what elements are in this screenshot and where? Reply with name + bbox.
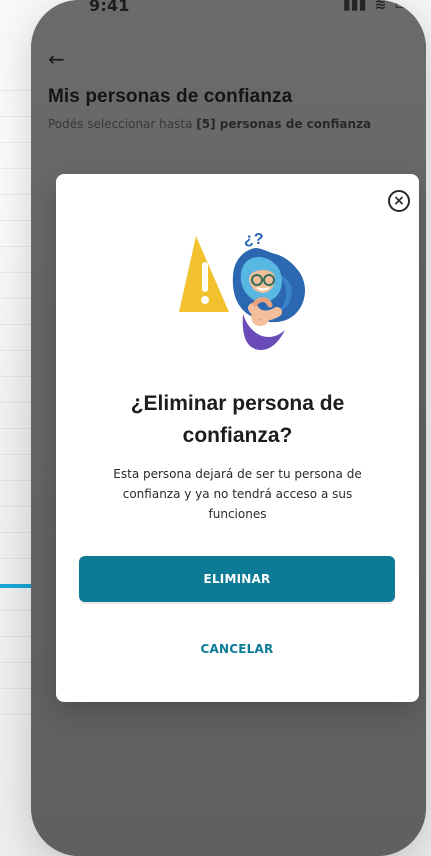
modal-body: Esta persona dejará de ser tu persona de… — [113, 467, 362, 521]
warning-person-illustration: ¿? — [179, 231, 305, 350]
tutorial-stage: 9:41 ▮▮▮ ≋ ▭ ← Mis personas de confianza… — [0, 0, 431, 856]
signal-icon: ▮▮▮ — [342, 0, 367, 13]
status-bar: 9:41 ▮▮▮ ≋ ▭ — [31, 0, 426, 16]
phone-frame: 9:41 ▮▮▮ ≋ ▭ ← Mis personas de confianza… — [31, 0, 426, 856]
eliminar-button[interactable]: ELIMINAR — [79, 556, 395, 602]
status-time: 9:41 — [89, 0, 130, 15]
modal-title: ¿Eliminar persona de confianza? — [130, 392, 345, 447]
delete-confirmation-modal: × ¿? ¿Eliminar persona de confianza? Est… — [56, 174, 419, 702]
page-title: Mis personas de confianza — [48, 86, 293, 107]
close-icon[interactable]: × — [388, 190, 410, 212]
subtitle-strong: [5] personas de confianza — [196, 117, 372, 131]
wifi-icon: ≋ — [374, 0, 387, 13]
status-icons: ▮▮▮ ≋ ▭ — [343, 0, 408, 12]
battery-icon: ▭ — [394, 0, 408, 13]
page-header: Mis personas de confianza Podés seleccio… — [48, 86, 414, 131]
subtitle-text: Podés seleccionar hasta — [48, 117, 197, 131]
page-subtitle: Podés seleccionar hasta [5] personas de … — [48, 117, 414, 131]
cancel-button[interactable]: CANCELAR — [79, 626, 395, 672]
back-arrow-icon[interactable]: ← — [48, 48, 70, 70]
svg-text:¿?: ¿? — [244, 231, 264, 248]
